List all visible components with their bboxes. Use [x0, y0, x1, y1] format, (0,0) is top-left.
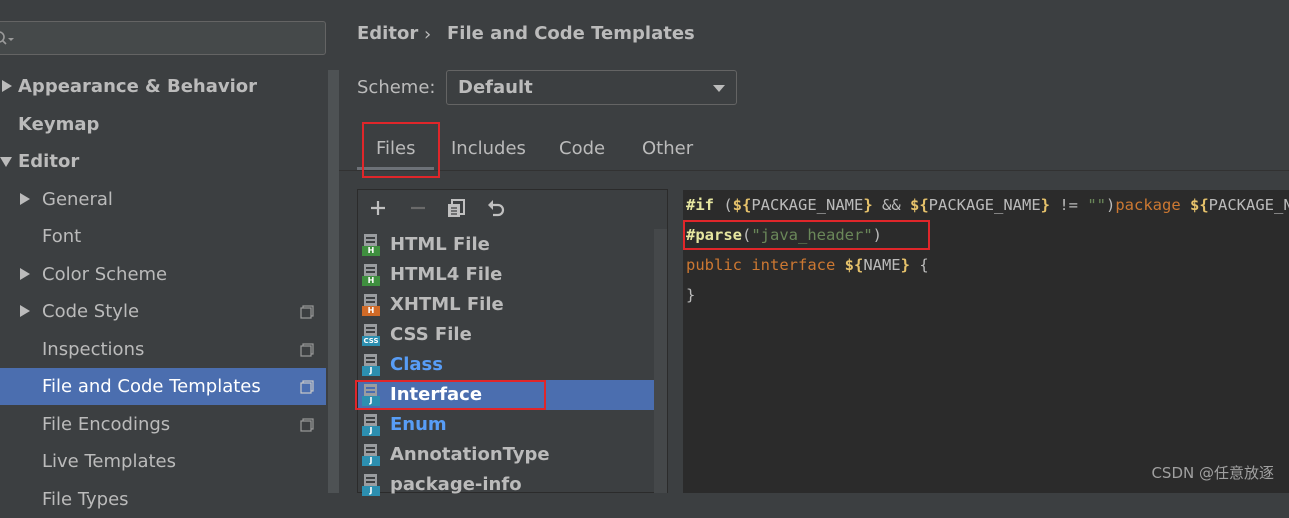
tab-other[interactable]: Other	[642, 138, 693, 159]
template-item-annotation-type[interactable]: J AnnotationType	[358, 440, 666, 470]
html-file-icon: H	[362, 234, 384, 256]
code-token: NAME	[863, 256, 901, 274]
sidebar-item-editor[interactable]: Editor	[0, 143, 326, 180]
sidebar-item-file-types[interactable]: File Types	[0, 481, 326, 518]
code-token: PACKAGE_NAME	[928, 196, 1041, 214]
sidebar-item-file-encodings[interactable]: File Encodings	[0, 406, 326, 443]
code-token: ${	[732, 196, 752, 214]
java-file-icon: J	[362, 354, 384, 376]
project-settings-icon	[300, 380, 314, 394]
template-item-html-file[interactable]: H HTML File	[358, 230, 666, 260]
template-item-css-file[interactable]: CSS CSS File	[358, 320, 666, 350]
sidebar-item-code-style[interactable]: Code Style	[0, 293, 326, 330]
annotation-box-interface	[355, 380, 546, 410]
sidebar-item-appearance-behavior[interactable]: Appearance & Behavior	[0, 68, 326, 105]
project-settings-icon	[300, 343, 314, 357]
add-icon[interactable]	[367, 197, 389, 219]
template-item-xhtml-file[interactable]: H XHTML File	[358, 290, 666, 320]
code-token: ${	[1190, 196, 1209, 214]
sidebar-item-color-scheme[interactable]: Color Scheme	[0, 256, 326, 293]
search-icon	[0, 31, 14, 45]
watermark: CSDN @任意放逐	[1151, 464, 1274, 482]
tabs-divider	[339, 170, 1289, 171]
code-token: ""	[1087, 196, 1106, 214]
sidebar-scrollbar[interactable]	[328, 70, 339, 493]
template-item-package-info[interactable]: J package-info	[358, 470, 666, 500]
code-token: &&	[872, 196, 910, 214]
expand-arrow-icon[interactable]	[2, 80, 12, 92]
chevron-down-icon	[713, 85, 725, 92]
scheme-value: Default	[458, 77, 533, 98]
settings-sidebar: Appearance & Behavior Keymap Editor Gene…	[0, 0, 339, 510]
code-token: }	[686, 286, 696, 304]
java-file-icon: J	[362, 414, 384, 436]
code-token: ${	[844, 256, 864, 274]
scheme-dropdown[interactable]: Default	[446, 70, 737, 105]
sidebar-item-keymap[interactable]: Keymap	[0, 106, 326, 143]
code-token: ${	[910, 196, 929, 214]
code-line-3: public interface ${NAME} {	[686, 256, 929, 274]
template-item-enum[interactable]: J Enum	[358, 410, 666, 440]
expand-arrow-icon[interactable]	[20, 193, 30, 205]
copy-icon[interactable]	[445, 197, 467, 219]
annotation-box-files-tab	[362, 122, 440, 178]
css-file-icon: CSS	[362, 324, 384, 346]
code-token: (	[714, 196, 733, 214]
code-token: }	[863, 196, 873, 214]
reset-icon[interactable]	[485, 197, 507, 219]
code-line-1: #if (${PACKAGE_NAME} && ${PACKAGE_NAME} …	[686, 196, 1289, 214]
sidebar-item-general[interactable]: General	[0, 181, 326, 218]
template-item-html4-file[interactable]: H HTML4 File	[358, 260, 666, 290]
xhtml-file-icon: H	[362, 294, 384, 316]
tab-includes[interactable]: Includes	[451, 138, 526, 159]
sidebar-item-file-code-templates[interactable]: File and Code Templates	[0, 368, 326, 405]
code-token: )	[1106, 196, 1116, 214]
expand-arrow-icon[interactable]	[20, 305, 30, 317]
code-token: }	[1040, 196, 1050, 214]
code-line-4: }	[686, 286, 695, 304]
tab-code[interactable]: Code	[559, 138, 605, 159]
sidebar-item-inspections[interactable]: Inspections	[0, 331, 326, 368]
code-token: {	[909, 256, 929, 274]
code-token: #if	[686, 196, 714, 214]
page-title: File and Code Templates	[447, 23, 695, 44]
code-token: package	[1115, 196, 1190, 214]
sidebar-item-font[interactable]: Font	[0, 218, 326, 255]
scheme-label: Scheme:	[357, 77, 436, 98]
template-item-class[interactable]: J Class	[358, 350, 666, 380]
sidebar-item-live-templates[interactable]: Live Templates	[0, 443, 326, 480]
breadcrumb-separator: ›	[424, 24, 432, 45]
code-token: }	[900, 256, 910, 274]
code-token: PACKAGE_NAME	[1208, 196, 1289, 214]
html-file-icon: H	[362, 264, 384, 286]
java-file-icon: J	[362, 444, 384, 466]
project-settings-icon	[300, 418, 314, 432]
annotation-box-parse	[683, 220, 930, 250]
code-token: PACKAGE_NAME	[751, 196, 864, 214]
code-token: !=	[1050, 196, 1088, 214]
remove-icon[interactable]	[407, 197, 429, 219]
template-list-scrollbar[interactable]	[654, 229, 667, 493]
expand-arrow-icon[interactable]	[20, 268, 30, 280]
collapse-arrow-icon[interactable]	[0, 157, 12, 167]
project-settings-icon	[300, 305, 314, 319]
breadcrumb-parent[interactable]: Editor	[357, 23, 418, 44]
code-token: public interface	[686, 256, 845, 274]
search-input[interactable]	[0, 21, 326, 55]
